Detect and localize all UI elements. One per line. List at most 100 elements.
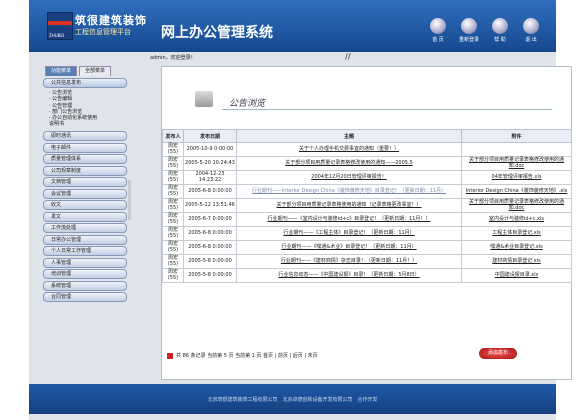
author-cell-text: 周宏(55): [167, 170, 179, 183]
author-cell: 周宏(55): [162, 156, 184, 171]
date-cell-text: 2005-5-20 10:24:43: [185, 159, 235, 166]
date-cell: 2005-6-8 0:00:00: [183, 184, 237, 199]
attachment-link-text[interactable]: 04年管理评审报告.xls: [492, 174, 542, 180]
author-cell-text: 周宏(55): [167, 226, 179, 239]
menu-item[interactable]: 质量管理体系: [43, 154, 127, 165]
main-content: 公告浏览 发布人 发布日期 主题 附件 周宏(55) 2005-10-9 0:00…: [161, 66, 572, 380]
menu-item[interactable]: 人事管理: [43, 257, 127, 268]
date-cell: 2005-10-9 0:00:00: [183, 142, 237, 157]
subject-link-text[interactable]: 行业期刊——《室内设计与装修id+c》目录登记！（更新日期：11月！）: [268, 216, 431, 222]
menu-item[interactable]: 系统管理: [43, 280, 127, 291]
system-title: 网上办公管理系统: [161, 25, 273, 41]
menu-item[interactable]: 工作流处理: [43, 223, 127, 234]
submenu: · 公告浏览 · 公告编辑 · 公告管理 · 部门公告浏览 · 办公自动化系统使…: [43, 88, 127, 130]
attachment-link-text[interactable]: 关于部分项目用质量记录表格修改使用的通知.doc: [469, 157, 564, 169]
menu-item[interactable]: 收文: [43, 200, 127, 211]
date-cell-text: 2005-10-9 0:00:00: [186, 145, 234, 152]
menu-item[interactable]: 培训管理: [43, 269, 127, 280]
menu-item[interactable]: 即时通讯: [43, 131, 127, 142]
logo-text: ZHUBEI: [49, 33, 65, 38]
header-divider: //: [345, 52, 351, 61]
date-cell-text: 2005-6-8 0:00:00: [188, 187, 232, 194]
welcome-text: admin，欢迎登录！: [150, 55, 196, 61]
menu-item[interactable]: 个人日常工作管理: [43, 246, 127, 257]
pager-text[interactable]: 共 86 条记录 当前第 5 页 当前第 1 页 首页 | 前页 | 后页 | …: [176, 353, 318, 359]
subject-link: 关于部分项目用质量记录表格修改使用的通知——2005.5: [236, 156, 462, 171]
author-cell-text: 周宏(55): [167, 142, 179, 155]
header: ZHUBEI 筑很建筑装饰 工程信息管理平台 网上办公管理系统 首 页 重新登录…: [29, 0, 556, 52]
nav-relogin[interactable]: 重新登录: [458, 18, 480, 43]
nav-exit[interactable]: 退 出: [520, 18, 542, 43]
brand-name: 筑很建筑装饰: [75, 14, 147, 27]
column-header: 附件: [461, 129, 572, 143]
table-row: 周宏(55) 2005-6-8 0:00:00 行业期刊——Interior Des…: [162, 184, 572, 199]
author-cell-text: 周宏(55): [167, 254, 179, 267]
attachment-link: 中国建设报目录.xls: [461, 268, 572, 283]
page-title: 公告浏览: [229, 99, 266, 109]
nav-help[interactable]: 帮 助: [489, 18, 511, 43]
subject-link-text[interactable]: 2004年12月20日管理评审报告！: [311, 174, 386, 180]
column-header: 发布人: [162, 129, 184, 143]
attachment-link-text[interactable]: 关于部分项目用质量记录表格修改使用的通知.doc: [469, 199, 564, 211]
subject-link: 行业期刊——《嘿通&术业》目录登记！（更新日期：11月）: [236, 240, 462, 255]
attachment-link-text[interactable]: 中国建设报目录.xls: [495, 272, 539, 278]
attachment-link-text[interactable]: Interior Design China《装饰装修天地》.xls: [466, 188, 568, 194]
menu-item[interactable]: 公司规章制度: [43, 165, 127, 176]
date-cell: 2005-6-7 0:00:00: [183, 212, 237, 227]
author-cell: 周宏(55): [162, 142, 184, 157]
subject-link: 行业信息动态——《中国建设报》目录！（更新日期：5月8日）: [236, 268, 462, 283]
author-cell: 周宏(55): [162, 226, 184, 241]
menu-item[interactable]: 合同管理: [43, 292, 127, 303]
date-cell-text: 2005-6-8 0:00:00: [188, 243, 232, 250]
column-header: 主题: [236, 129, 462, 143]
app-frame: ZHUBEI 筑很建筑装饰 工程信息管理平台 网上办公管理系统 首 页 重新登录…: [29, 0, 572, 420]
exit-icon: [523, 18, 539, 34]
subject-link-text[interactable]: 关于部分项目用质量记录表格修改使用的通知——2005.5: [285, 160, 413, 166]
menu-item[interactable]: 电子邮件: [43, 142, 127, 153]
attachment-link-text[interactable]: 工程主体目录登记.xls: [492, 230, 541, 236]
nav-home[interactable]: 首 页: [427, 18, 449, 43]
table-row: 周宏(55) 2005-6-8 0:00:00 行业期刊——《嘿通&术业》目录登记！…: [162, 240, 572, 255]
record-icon: [167, 352, 173, 359]
add-notice-button[interactable]: 添加发布: [479, 348, 517, 359]
attachment-link: 嘿通&术业目录登记.xls: [461, 240, 572, 255]
nav-home-label: 首 页: [432, 37, 444, 43]
subject-link-text[interactable]: 关于部分项目用质量记录表格使用的通知（记录表格更改事宜！）: [276, 202, 421, 208]
subject-link: 关于部分项目用质量记录表格使用的通知（记录表格更改事宜！）: [236, 198, 462, 213]
tab-all-menu[interactable]: 全部菜单: [79, 66, 112, 76]
menu-item[interactable]: 日常办公管理: [43, 234, 127, 245]
date-cell: 2005-6-8 0:00:00: [183, 226, 237, 241]
menu-item[interactable]: 会议管理: [43, 188, 127, 199]
sidebar-collapse-handle[interactable]: [128, 180, 131, 220]
company-logo: ZHUBEI: [47, 12, 73, 40]
subject-link-text[interactable]: 行业期刊——Interior Design China《装饰装修天地》目录登记！…: [252, 188, 446, 194]
table-row: 周宏(55) 2004-12-23 14:23:22 2004年12月20日管理评审…: [162, 170, 572, 185]
subject-link-text[interactable]: 关于个人办理手机交费事宜的通知（重要！）: [299, 146, 399, 152]
attachment-link-text[interactable]: 建材商情目录登记.xls: [492, 258, 541, 264]
date-cell-text: 2005-5-8 0:00:00: [188, 271, 232, 278]
author-cell: 周宏(55): [162, 212, 184, 227]
menu-item[interactable]: 文档管理: [43, 177, 127, 188]
pager: 共 86 条记录 当前第 5 页 当前第 1 页 首页 | 前页 | 后页 | …: [167, 352, 318, 359]
attachment-link-text[interactable]: 嘿通&术业目录登记.xls: [490, 244, 542, 250]
date-cell: 2005-6-8 0:00:00: [183, 240, 237, 255]
menu-public-info[interactable]: 公共信息发布: [43, 78, 127, 88]
table-row: 周宏(55) 2005-6-7 0:00:00 行业期刊——《室内设计与装修id+c…: [162, 212, 572, 227]
date-cell-text: 2005-6-8 0:00:00: [188, 229, 232, 236]
table-row: 周宏(55) 2005-5-8 0:00:00 行业期刊——《建材商情》杂志目录！（…: [162, 254, 572, 269]
author-cell-text: 周宏(55): [167, 240, 179, 253]
author-cell-text: 周宏(55): [167, 198, 179, 211]
menu-item[interactable]: 发文: [43, 211, 127, 222]
attachment-link-text[interactable]: 室内设计与装修id+c.xls: [489, 216, 544, 222]
author-cell-text: 周宏(55): [167, 268, 179, 281]
tab-function-menu[interactable]: 功能菜单: [45, 66, 78, 76]
title-underline: [222, 109, 552, 110]
submenu-item[interactable]: 说明书: [49, 121, 127, 127]
subject-link-text[interactable]: 行业期刊——《工程主体》目录登记！（更新日期：11月）: [283, 230, 414, 236]
table-row: 周宏(55) 2005-6-8 0:00:00 行业期刊——《工程主体》目录登记！（…: [162, 226, 572, 241]
subject-link-text[interactable]: 行业信息动态——《中国建设报》目录！（更新日期：5月8日）: [278, 272, 419, 278]
attachment-link: 建材商情目录登记.xls: [461, 254, 572, 269]
subject-link-text[interactable]: 行业期刊——《建材商情》杂志目录！（更新日期：11月！）: [281, 258, 417, 264]
subject-link-text[interactable]: 行业期刊——《嘿通&术业》目录登记！（更新日期：11月）: [281, 244, 416, 250]
date-cell-text: 2004-12-23 14:23:22: [195, 170, 225, 183]
